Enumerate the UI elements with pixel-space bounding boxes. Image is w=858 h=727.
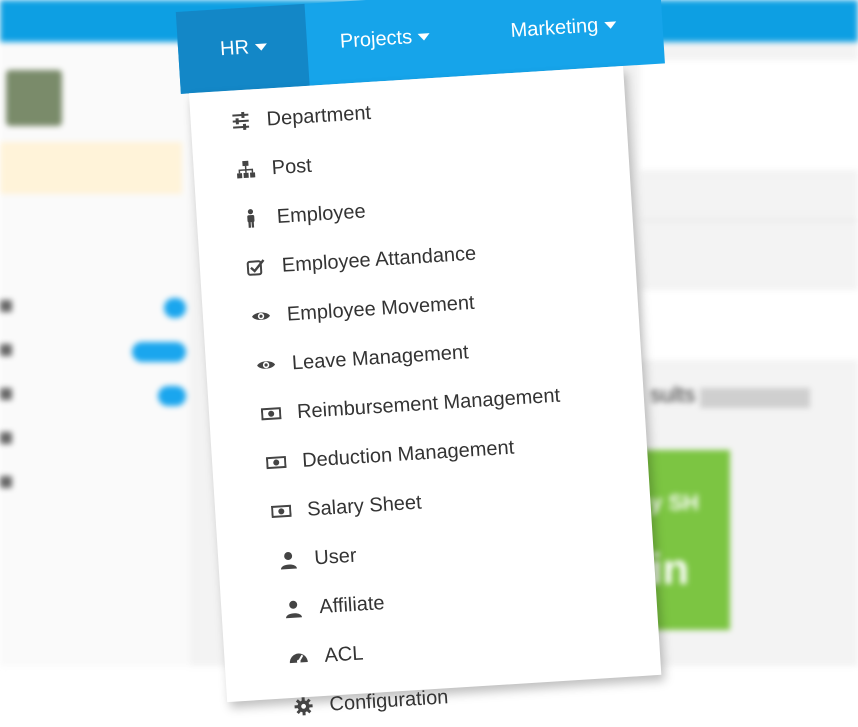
menu-item-leave-management[interactable]: Leave Management: [253, 337, 469, 380]
menu-item-deduction-management[interactable]: Deduction Management: [263, 433, 515, 479]
eye-icon: [253, 352, 278, 377]
sidebar-item[interactable]: [0, 384, 190, 408]
menu-item-acl[interactable]: ACL: [286, 638, 365, 673]
sidebar-item[interactable]: [0, 340, 190, 364]
checkbox-icon: [243, 255, 268, 280]
menu-item-employee-movement[interactable]: Employee Movement: [248, 288, 475, 332]
caret-down-icon: [254, 43, 268, 52]
sitemap-icon: [233, 157, 258, 182]
user-icon: [281, 596, 306, 621]
menu-item-user[interactable]: User: [275, 541, 357, 576]
menu-item-employee-attandance[interactable]: Employee Attandance: [243, 239, 477, 284]
menu-item-label: Employee Movement: [286, 291, 476, 326]
menu-item-label: Employee Attandance: [281, 242, 477, 277]
eye-icon: [248, 303, 273, 328]
hr-dropdown-screenshot: HR Projects Marketing Department Post Em…: [175, 0, 703, 716]
content-panel: [640, 60, 858, 170]
caret-down-icon: [604, 21, 617, 30]
money-icon: [269, 499, 294, 524]
sliders-icon: [228, 108, 253, 133]
menu-item-label: Configuration: [328, 685, 449, 716]
menu-item-employee[interactable]: Employee: [238, 196, 367, 234]
menu-item-affiliate[interactable]: Affiliate: [281, 588, 386, 624]
nav-hr[interactable]: HR: [219, 35, 268, 61]
nav-hr-label: HR: [219, 36, 250, 61]
nav-marketing[interactable]: Marketing: [510, 13, 617, 43]
caret-down-icon: [417, 33, 431, 41]
sidebar-item[interactable]: [0, 472, 190, 496]
dashboard-icon: [286, 645, 311, 670]
menu-item-label: Post: [271, 154, 313, 179]
menu-item-label: User: [313, 544, 358, 569]
menu-item-department[interactable]: Department: [228, 98, 372, 137]
menu-item-label: Department: [265, 101, 372, 130]
menu-item-salary-sheet[interactable]: Salary Sheet: [268, 488, 422, 528]
text-placeholder: [700, 388, 810, 408]
sidebar-item[interactable]: [0, 428, 190, 452]
menu-item-label: Leave Management: [291, 340, 470, 374]
sidebar-banner: [0, 142, 182, 194]
nav-projects[interactable]: Projects: [339, 25, 431, 54]
nav-marketing-label: Marketing: [509, 14, 599, 42]
avatar: [6, 70, 62, 126]
menu-item-reimbursement-management[interactable]: Reimbursement Management: [258, 381, 561, 430]
menu-item-label: Deduction Management: [301, 436, 515, 472]
menu-item-post[interactable]: Post: [233, 151, 313, 186]
money-icon: [264, 450, 289, 475]
sidebar-item[interactable]: [0, 296, 190, 320]
menu-item-label: Employee: [276, 199, 367, 228]
nav-projects-label: Projects: [339, 26, 413, 53]
menu-item-configuration[interactable]: Configuration: [291, 682, 450, 722]
menu-item-label: Salary Sheet: [306, 491, 423, 521]
gear-icon: [291, 694, 316, 719]
hr-menu: Department Post Employee Employee Attand…: [188, 65, 662, 716]
menu-item-label: Affiliate: [318, 591, 386, 618]
money-icon: [258, 401, 283, 426]
menu-item-label: Reimbursement Management: [296, 384, 561, 423]
male-icon: [238, 206, 263, 231]
user-icon: [276, 547, 301, 572]
menu-item-label: ACL: [323, 641, 364, 667]
